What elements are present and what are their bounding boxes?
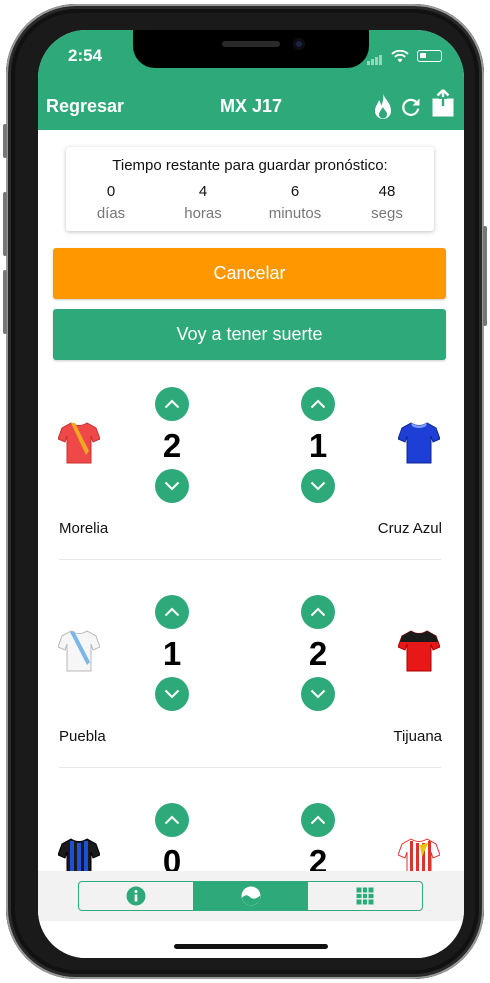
divider (59, 559, 441, 560)
countdown-days: 0 días (66, 183, 156, 222)
away-score: 2 (308, 843, 328, 871)
home-team-name: Morelia (59, 520, 109, 537)
away-team-name: Cruz Azul (377, 520, 442, 537)
signal-icon (367, 47, 383, 65)
notch (133, 30, 369, 68)
away-score: 1 (308, 427, 328, 464)
away-score: 2 (308, 635, 328, 672)
away-score-up-button[interactable] (301, 387, 335, 421)
home-score: 2 (162, 427, 182, 464)
home-score-up-button[interactable] (155, 595, 189, 629)
battery-icon (417, 50, 442, 62)
tab-predictions[interactable] (192, 882, 308, 910)
phone-frame: 2:54 Regresar MX J17 Tiempo restante par… (3, 4, 487, 979)
home-score: 1 (162, 635, 182, 672)
home-score-up-button[interactable] (155, 803, 189, 837)
lucky-button[interactable]: Voy a tener suerte (53, 309, 446, 360)
home-score-up-button[interactable] (155, 387, 189, 421)
jersey-icon (58, 422, 100, 464)
away-score-down-button[interactable] (301, 677, 335, 711)
countdown-value: 48 (378, 183, 396, 200)
mute-switch (3, 124, 7, 158)
tab-table[interactable] (307, 882, 422, 910)
status-time: 2:54 (68, 46, 103, 65)
ball-icon (241, 886, 260, 906)
away-team-name: Tijuana (393, 728, 442, 745)
home-score-down-button[interactable] (155, 677, 189, 711)
home-indicator-area (38, 921, 464, 958)
share-icon[interactable] (431, 88, 455, 118)
divider (59, 767, 441, 768)
match-row: 0 2 (38, 781, 464, 871)
screen: 2:54 Regresar MX J17 Tiempo restante par… (38, 30, 464, 958)
countdown-card: Tiempo restante para guardar pronóstico:… (66, 147, 434, 231)
match-row: 2 1 Morelia Cruz Azul (38, 365, 464, 573)
nav-bar: Regresar MX J17 (38, 84, 464, 130)
cancel-button[interactable]: Cancelar (53, 248, 446, 299)
home-indicator[interactable] (174, 944, 328, 949)
home-score: 0 (162, 843, 182, 871)
countdown-hours: 4 horas (158, 183, 248, 222)
countdown-label: horas (184, 205, 222, 222)
flame-icon[interactable] (372, 92, 394, 122)
jersey-icon (398, 422, 440, 464)
jersey-icon (398, 838, 440, 871)
countdown-label: minutos (268, 205, 322, 222)
home-score-down-button[interactable] (155, 469, 189, 503)
away-score-up-button[interactable] (301, 803, 335, 837)
match-row: 1 2 Puebla Tijuana (38, 573, 464, 781)
grid-icon (356, 887, 374, 905)
power-button (483, 226, 487, 326)
wifi-icon (391, 49, 409, 62)
volume-down-button (3, 270, 7, 334)
countdown-seconds: 48 segs (342, 183, 432, 222)
countdown-minutes: 6 minutos (250, 183, 340, 222)
status-bar: 2:54 (38, 30, 464, 84)
jersey-icon (58, 630, 100, 672)
home-team-name: Puebla (59, 728, 106, 745)
countdown-value: 0 (106, 183, 116, 200)
refresh-icon[interactable] (400, 96, 422, 118)
countdown-value: 4 (198, 183, 208, 200)
countdown-label: segs (371, 205, 403, 222)
matches-list[interactable]: 2 1 Morelia Cruz Azul 1 2 Puebla Tijuana… (38, 365, 464, 871)
tab-area (38, 871, 464, 921)
countdown-value: 6 (290, 183, 300, 200)
away-score-down-button[interactable] (301, 469, 335, 503)
segmented-control (78, 881, 423, 911)
countdown-label: días (96, 205, 126, 222)
countdown-heading: Tiempo restante para guardar pronóstico: (112, 157, 388, 174)
info-icon (126, 886, 146, 906)
camera (293, 38, 305, 50)
jersey-icon (58, 838, 100, 871)
away-score-up-button[interactable] (301, 595, 335, 629)
status-icons (367, 47, 442, 65)
speaker (222, 41, 280, 47)
tab-info[interactable] (79, 882, 193, 910)
jersey-icon (398, 630, 440, 672)
volume-up-button (3, 192, 7, 256)
